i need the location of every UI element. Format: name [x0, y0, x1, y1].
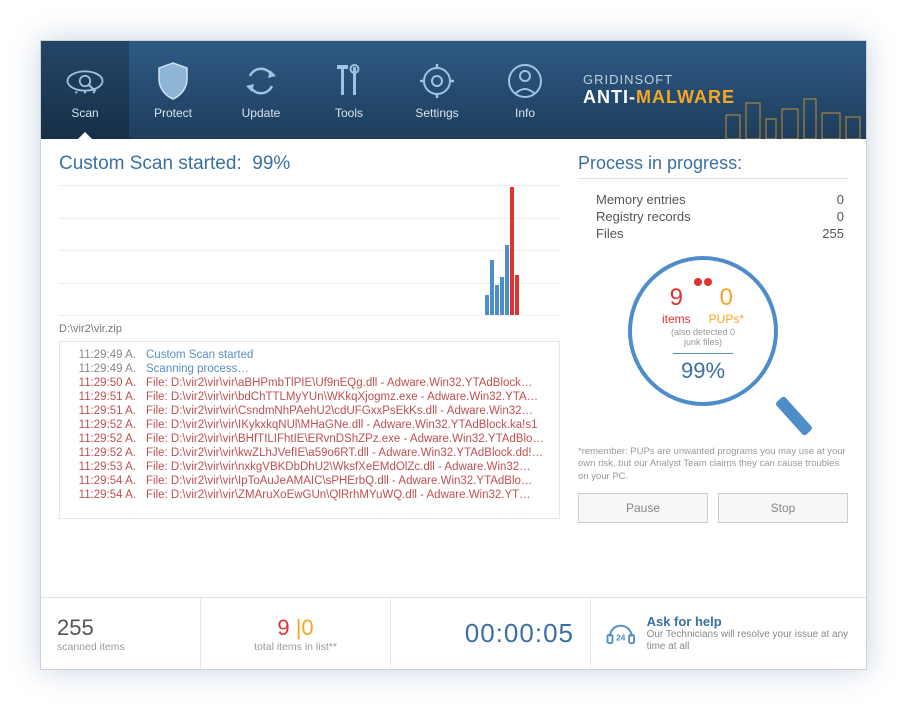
- nav-scan[interactable]: Scan: [41, 41, 129, 139]
- nav-update-label: Update: [242, 106, 281, 120]
- log-row: 11:29:52 A.File: D:\vir2\vir\vir\kwZLhJV…: [64, 446, 555, 460]
- progress-title: Process in progress:: [578, 153, 848, 179]
- log-row: 11:29:52 A.File: D:\vir2\vir\vir\IKykxkq…: [64, 418, 555, 432]
- stat-registry: Registry records0: [578, 208, 848, 225]
- stop-button[interactable]: Stop: [718, 493, 848, 523]
- timer-cell: 00:00:05: [391, 598, 591, 669]
- svg-text:24: 24: [616, 632, 626, 642]
- threat-dots-icon: [694, 278, 712, 286]
- nav-info-label: Info: [515, 106, 535, 120]
- scan-log[interactable]: 11:29:49 A.Custom Scan started11:29:49 A…: [59, 341, 560, 519]
- total-cell: 9 |0 total items in list**: [201, 598, 391, 669]
- log-row: 11:29:54 A.File: D:\vir2\vir\vir\IpToAuJ…: [64, 474, 555, 488]
- nav-tools[interactable]: Tools: [305, 41, 393, 139]
- help-subtitle: Our Technicians will resolve your issue …: [647, 629, 852, 653]
- timer: 00:00:05: [465, 618, 574, 649]
- scanned-cell: 255 scanned items: [41, 598, 201, 669]
- left-pane: Custom Scan started: 99% D:\vir2\vir.zip…: [59, 153, 560, 597]
- refresh-icon: [240, 60, 282, 102]
- nav-settings[interactable]: Settings: [393, 41, 481, 139]
- nav-protect-label: Protect: [154, 106, 192, 120]
- total-count: 9 |0: [277, 615, 313, 641]
- header: Scan Protect Update Tools: [41, 41, 866, 139]
- stat-memory: Memory entries0: [578, 191, 848, 208]
- headset-icon: 24: [605, 615, 637, 653]
- nav-update[interactable]: Update: [217, 41, 305, 139]
- help-cell[interactable]: 24 Ask for help Our Technicians will res…: [591, 598, 866, 669]
- right-pane: Process in progress: Memory entries0 Reg…: [578, 153, 848, 597]
- scan-icon: [64, 60, 106, 102]
- stat-files: Files255: [578, 225, 848, 242]
- log-row: 11:29:51 A.File: D:\vir2\vir\vir\bdChTTL…: [64, 390, 555, 404]
- log-row: 11:29:49 A.Custom Scan started: [64, 348, 555, 362]
- pup-footnote: *remember: PUPs are unwanted programs yo…: [578, 446, 848, 483]
- gear-icon: [416, 60, 458, 102]
- scan-title: Custom Scan started: 99%: [59, 153, 560, 175]
- brand-top: GRIDINSOFT: [583, 72, 852, 87]
- nav-protect[interactable]: Protect: [129, 41, 217, 139]
- shield-icon: [152, 60, 194, 102]
- scan-chart: [59, 185, 560, 315]
- log-row: 11:29:51 A.File: D:\vir2\vir\vir\CsndmNh…: [64, 404, 555, 418]
- help-title: Ask for help: [647, 614, 852, 629]
- app-window: Scan Protect Update Tools: [40, 40, 867, 670]
- log-row: 11:29:53 A.File: D:\vir2\vir\vir\nxkgVBK…: [64, 460, 555, 474]
- user-icon: [504, 60, 546, 102]
- log-row: 11:29:49 A.Scanning process…: [64, 362, 555, 376]
- magnifier-widget: 9 items 0 PUPs* (also detected 0junk fil…: [628, 256, 798, 426]
- footer: 255 scanned items 9 |0 total items in li…: [41, 597, 866, 669]
- scanned-count: 255: [57, 615, 184, 641]
- pups-count: 0: [709, 284, 744, 312]
- tools-icon: [328, 60, 370, 102]
- nav-settings-label: Settings: [415, 106, 458, 120]
- nav-tools-label: Tools: [335, 106, 363, 120]
- log-row: 11:29:50 A.File: D:\vir2\vir\vir\aBHPmbT…: [64, 376, 555, 390]
- items-count: 9: [662, 284, 691, 312]
- log-row: 11:29:52 A.File: D:\vir2\vir\vir\BHfTILI…: [64, 432, 555, 446]
- magnifier-handle-icon: [775, 396, 813, 437]
- city-graphic-icon: [716, 89, 866, 139]
- nav-info[interactable]: Info: [481, 41, 569, 139]
- content: Custom Scan started: 99% D:\vir2\vir.zip…: [41, 139, 866, 597]
- nav-bar: Scan Protect Update Tools: [41, 41, 569, 139]
- junk-note: (also detected 0junk files): [671, 328, 735, 348]
- progress-pct: 99%: [673, 353, 733, 384]
- pause-button[interactable]: Pause: [578, 493, 708, 523]
- log-row: 11:29:54 A.File: D:\vir2\vir\vir\ZMAruXo…: [64, 488, 555, 502]
- current-file: D:\vir2\vir.zip: [59, 323, 560, 335]
- nav-scan-label: Scan: [71, 106, 98, 120]
- brand: GRIDINSOFT ANTI-MALWARE: [569, 41, 866, 139]
